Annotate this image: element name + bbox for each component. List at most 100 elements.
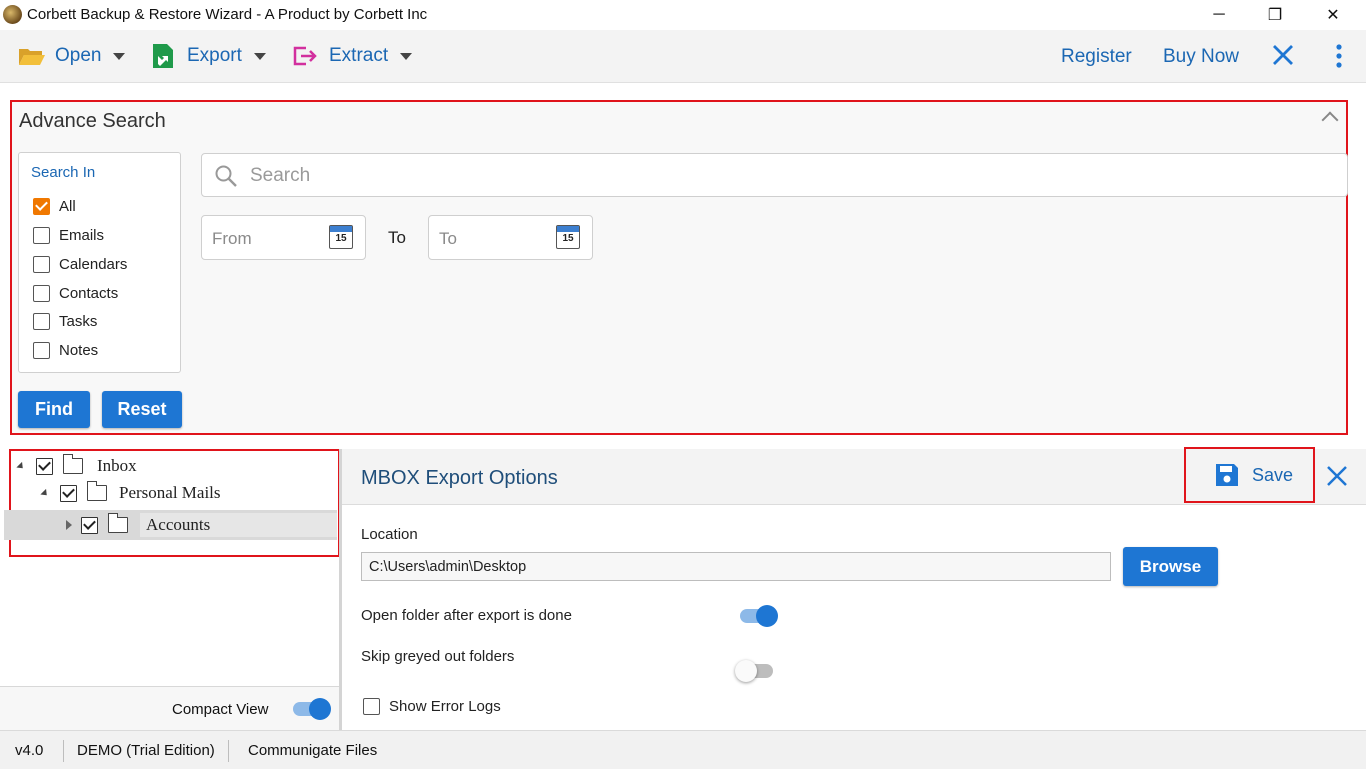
close-icon [1273, 45, 1293, 65]
chevron-down-icon [113, 52, 126, 60]
extract-label: Extract [329, 45, 389, 66]
edition-text: DEMO (Trial Edition) [77, 742, 215, 759]
location-value: C:\Users\admin\Desktop [369, 559, 527, 575]
compact-view-bar: Compact View [0, 686, 339, 731]
export-label: Export [187, 45, 242, 66]
export-menu-button[interactable]: Export [152, 42, 266, 70]
option-label: Tasks [59, 312, 98, 330]
calendar-icon[interactable]: 15 [329, 225, 353, 249]
minimize-icon: ─ [1213, 6, 1225, 23]
skip-greyed-label: Skip greyed out folders [361, 648, 515, 665]
status-divider [63, 740, 64, 762]
status-divider [228, 740, 229, 762]
app-logo-icon [3, 5, 22, 24]
search-in-option-emails[interactable]: Emails [33, 225, 104, 245]
tree-item-personal-mails[interactable]: Personal Mails [40, 480, 337, 506]
tree-item-label: Inbox [97, 456, 137, 475]
more-options-button[interactable] [1333, 43, 1345, 74]
tree-checkbox[interactable] [81, 516, 98, 534]
version-text: v4.0 [15, 742, 44, 759]
search-in-option-all[interactable]: All [33, 196, 76, 216]
chevron-down-icon [400, 52, 413, 60]
location-label: Location [361, 526, 418, 543]
kebab-menu-icon [1336, 44, 1342, 68]
tree-checkbox[interactable] [60, 484, 77, 502]
reset-button[interactable]: Reset [102, 391, 182, 428]
checkbox[interactable] [33, 284, 50, 302]
folder-icon [62, 454, 83, 474]
expand-arrow-icon[interactable] [40, 488, 50, 498]
excel-export-icon [153, 44, 173, 68]
option-label: Calendars [59, 255, 128, 273]
to-date-picker: 15 [428, 215, 593, 260]
search-in-option-contacts[interactable]: Contacts [33, 283, 118, 303]
close-icon [1327, 466, 1347, 486]
open-label: Open [55, 45, 102, 66]
search-in-option-tasks[interactable]: Tasks [33, 311, 97, 331]
search-in-option-calendars[interactable]: Calendars [33, 254, 127, 274]
save-button[interactable]: Save [1184, 447, 1315, 503]
checkbox[interactable] [33, 197, 50, 215]
skip-greyed-toggle[interactable] [735, 660, 773, 682]
advance-search-panel: Advance Search Search In All Emails Cale… [10, 100, 1348, 435]
folder-tree: Inbox Personal Mails Accounts [4, 449, 340, 557]
tree-item-label: Accounts [140, 513, 337, 537]
expand-arrow-icon[interactable] [16, 461, 26, 471]
search-box [201, 153, 1348, 197]
open-folder-label: Open folder after export is done [361, 607, 572, 624]
collapse-chevron-up-icon[interactable] [1321, 111, 1339, 129]
option-label: Contacts [59, 284, 119, 302]
export-options-header: MBOX Export Options Save [342, 447, 1366, 505]
close-icon: ✕ [1326, 7, 1340, 24]
tree-item-accounts[interactable]: Accounts [4, 510, 337, 540]
from-date-picker: 15 [201, 215, 366, 260]
folder-icon [86, 481, 107, 501]
search-input[interactable] [248, 162, 1332, 190]
show-error-logs-checkbox[interactable] [363, 698, 380, 715]
toolbar-close-button[interactable] [1271, 43, 1295, 72]
advance-search-title: Advance Search [19, 110, 166, 132]
show-error-logs-option[interactable]: Show Error Logs [363, 698, 501, 715]
tree-item-inbox[interactable]: Inbox [16, 453, 337, 479]
mode-text: Communigate Files [248, 742, 378, 759]
collapsed-arrow-icon[interactable] [66, 520, 72, 530]
register-link[interactable]: Register [1061, 46, 1132, 68]
open-folder-toggle[interactable] [740, 605, 778, 627]
window-close-button[interactable]: ✕ [1304, 0, 1362, 30]
restore-button[interactable]: ❐ [1246, 0, 1304, 30]
search-in-option-notes[interactable]: Notes [33, 340, 98, 360]
find-button[interactable]: Find [18, 391, 90, 428]
search-in-group: Search In All Emails Calendars Contacts … [18, 152, 181, 373]
compact-view-label: Compact View [172, 701, 269, 718]
checkbox[interactable] [33, 255, 50, 273]
restore-icon: ❐ [1267, 7, 1283, 24]
checkbox[interactable] [33, 226, 50, 244]
window-title: Corbett Backup & Restore Wizard - A Prod… [27, 6, 428, 23]
folder-icon [107, 513, 128, 533]
from-date-input[interactable] [210, 227, 324, 251]
extract-icon [293, 46, 317, 66]
floppy-save-icon [1216, 464, 1238, 486]
option-label: Notes [59, 341, 99, 359]
checkbox[interactable] [33, 312, 50, 330]
extract-menu-button[interactable]: Extract [292, 42, 413, 70]
compact-view-toggle[interactable] [293, 698, 331, 720]
checkbox[interactable] [33, 341, 50, 359]
to-label: To [388, 228, 406, 247]
option-label: All [59, 197, 76, 215]
status-bar: v4.0 DEMO (Trial Edition) Communigate Fi… [0, 730, 1366, 769]
search-in-label: Search In [31, 164, 96, 181]
tree-checkbox[interactable] [36, 457, 53, 475]
folder-open-icon [19, 49, 45, 65]
open-menu-button[interactable]: Open [18, 42, 126, 70]
toolbar: Open Export Extract Register Buy Now [0, 30, 1366, 83]
location-field[interactable]: C:\Users\admin\Desktop [361, 552, 1111, 581]
export-close-button[interactable] [1326, 465, 1348, 492]
buy-now-link[interactable]: Buy Now [1163, 46, 1239, 68]
browse-button[interactable]: Browse [1123, 547, 1218, 586]
calendar-day: 15 [335, 233, 347, 244]
chevron-down-icon [253, 52, 266, 60]
minimize-button[interactable]: ─ [1190, 0, 1248, 30]
to-date-input[interactable] [437, 227, 551, 251]
calendar-icon[interactable]: 15 [556, 225, 580, 249]
